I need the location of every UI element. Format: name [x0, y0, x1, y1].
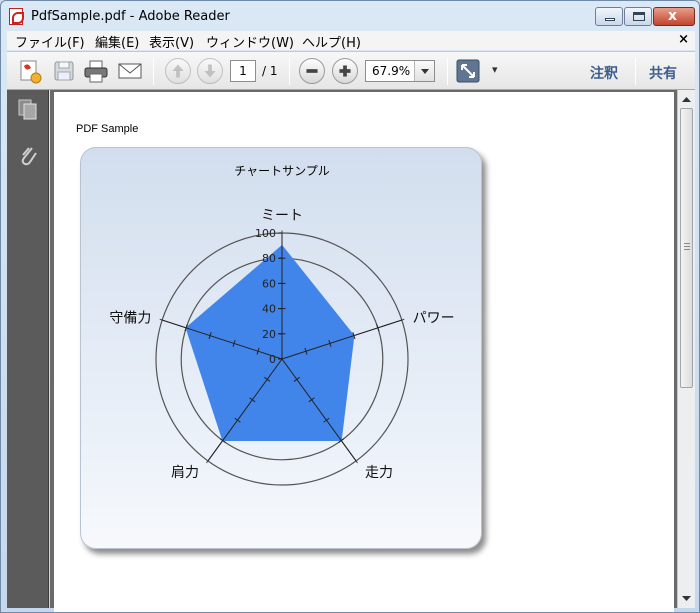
- zoom-out-button[interactable]: [299, 58, 325, 84]
- toolbar-separator: [153, 58, 154, 85]
- document-close-button[interactable]: ×: [678, 32, 689, 47]
- menu-help[interactable]: ヘルプ(H): [302, 32, 361, 51]
- chart-category-label: パワー: [413, 311, 455, 327]
- document-title: PDF Sample: [76, 123, 139, 135]
- plus-icon: [343, 65, 347, 77]
- attachments-icon[interactable]: [17, 142, 39, 166]
- chart-tick-label: 100: [255, 227, 276, 240]
- chart-category-label: 守備力: [109, 311, 151, 327]
- arrow-down-icon: [204, 64, 216, 78]
- pdf-page: PDF Sample チャートサンプル 0 20 40 60 80 100 ミートパワー走力 肩…: [54, 92, 674, 612]
- minus-icon: [306, 69, 318, 73]
- save-icon[interactable]: [51, 58, 77, 84]
- scrollbar-grip-icon: [684, 243, 690, 250]
- menu-view[interactable]: 表示(V): [149, 32, 194, 51]
- pages-icon[interactable]: [17, 98, 39, 122]
- previous-page-button[interactable]: [165, 58, 191, 84]
- chart-tick-label: 20: [262, 328, 276, 341]
- toolbar: 1 / 1 67.9% ▾ 注釈 共有: [7, 51, 695, 90]
- document-area[interactable]: PDF Sample チャートサンプル 0 20 40 60 80 100 ミートパワー走力 肩…: [50, 90, 677, 612]
- pdf-app-icon: [9, 8, 24, 25]
- email-icon[interactable]: [117, 58, 143, 84]
- chart-category-label: ミート: [261, 208, 303, 224]
- close-window-button[interactable]: x: [653, 7, 695, 26]
- create-pdf-icon[interactable]: [17, 58, 43, 84]
- print-icon[interactable]: [83, 58, 109, 84]
- zoom-value: 67.9%: [372, 64, 411, 78]
- zoom-in-button[interactable]: [332, 58, 358, 84]
- menu-bar: ファイル(F) 編集(E) 表示(V) ウィンドウ(W) ヘルプ(H) ×: [7, 31, 695, 51]
- title-bar: PdfSample.pdf - Adobe Reader x: [1, 1, 699, 31]
- adobe-reader-window: PdfSample.pdf - Adobe Reader x ファイル(F) 編…: [0, 0, 700, 613]
- close-icon: x: [668, 8, 678, 24]
- radar-chart: チャートサンプル 0 20 40 60 80 100 ミートパワー走力 肩力 守備力: [109, 164, 455, 486]
- menu-file[interactable]: ファイル(F): [15, 32, 85, 51]
- arrow-up-icon: [172, 64, 184, 78]
- chart-panel: チャートサンプル 0 20 40 60 80 100 ミートパワー走力 肩力 守備力: [80, 147, 482, 549]
- chart-tick-label: 80: [262, 252, 276, 265]
- scrollbar-thumb[interactable]: [680, 108, 693, 388]
- scroll-down-icon[interactable]: [679, 590, 694, 606]
- maximize-icon: [633, 12, 645, 21]
- toolbar-separator: [447, 58, 448, 85]
- next-page-button[interactable]: [197, 58, 223, 84]
- navigation-pane: [7, 90, 49, 608]
- fullscreen-icon[interactable]: [455, 58, 481, 84]
- chart-tick-label: 40: [262, 303, 276, 316]
- chart-category-label: 肩力: [171, 465, 199, 481]
- chart-series-area: [185, 244, 355, 441]
- zoom-level-select[interactable]: 67.9%: [365, 60, 435, 82]
- menu-window[interactable]: ウィンドウ(W): [206, 32, 294, 51]
- maximize-button[interactable]: [624, 7, 652, 26]
- page-total: / 1: [262, 64, 278, 78]
- chart-tick-label: 0: [269, 353, 276, 366]
- minimize-button[interactable]: [595, 7, 623, 26]
- scroll-up-icon[interactable]: [679, 92, 694, 108]
- page-number-input[interactable]: 1: [230, 60, 256, 82]
- vertical-scrollbar[interactable]: [677, 90, 695, 608]
- chart-tick-label: 60: [262, 277, 276, 290]
- comment-button[interactable]: 注釈: [590, 63, 618, 83]
- toolbar-overflow-icon[interactable]: ▾: [492, 63, 498, 76]
- toolbar-separator: [289, 58, 290, 85]
- window-title: PdfSample.pdf - Adobe Reader: [31, 9, 230, 24]
- chevron-down-icon[interactable]: [414, 61, 434, 81]
- menu-edit[interactable]: 編集(E): [95, 32, 139, 51]
- share-button[interactable]: 共有: [649, 63, 677, 83]
- minimize-icon: [605, 18, 615, 21]
- toolbar-separator: [635, 58, 636, 85]
- chart-category-label: 走力: [365, 465, 393, 481]
- chart-title: チャートサンプル: [234, 164, 330, 178]
